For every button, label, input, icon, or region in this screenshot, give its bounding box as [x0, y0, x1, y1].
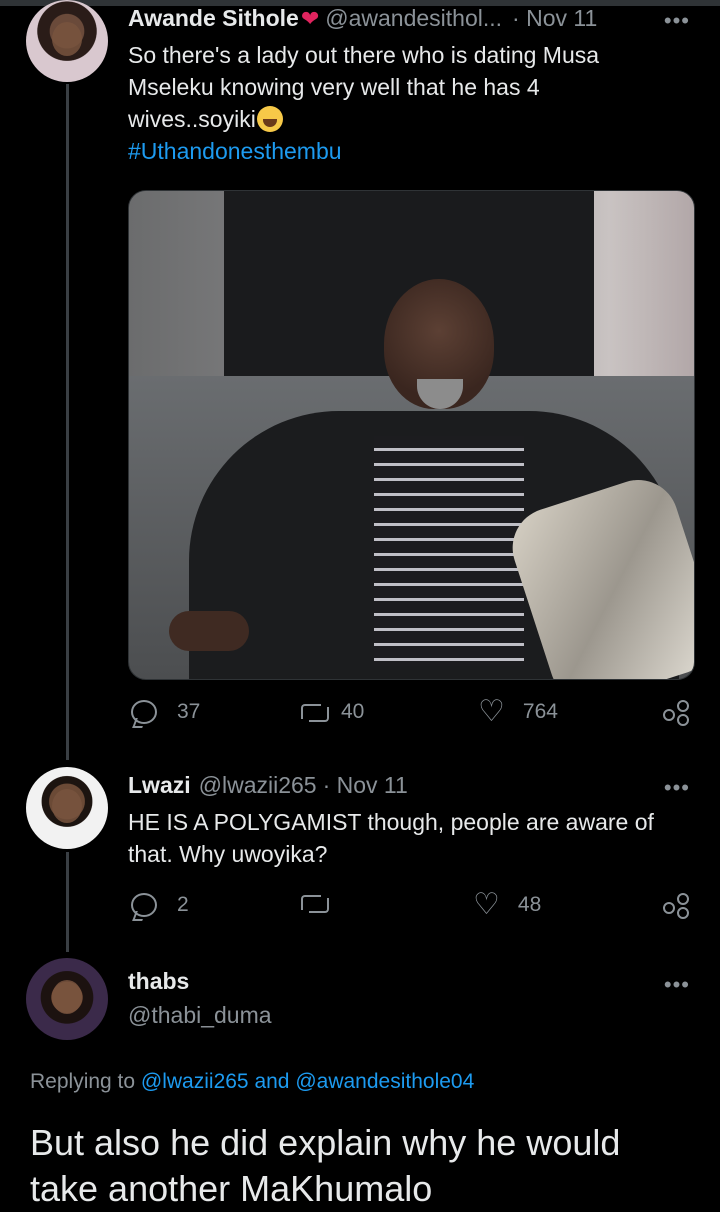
retweet-button[interactable]	[301, 893, 341, 913]
more-options-icon[interactable]: •••	[664, 8, 690, 34]
image-striped-shirt	[374, 436, 524, 666]
display-name[interactable]: Awande Sithole	[128, 5, 299, 32]
reply-icon	[131, 893, 157, 917]
retweet-icon	[301, 893, 329, 913]
tweet2-header: Lwazi @lwazii265 · Nov 11	[128, 772, 408, 799]
tweet-text-line: So there's a lady out there who is datin…	[128, 42, 600, 68]
like-count: 764	[522, 700, 558, 723]
tweet-text-segment: wives..soyiki	[128, 106, 256, 132]
replying-and: and	[254, 1070, 290, 1093]
heart-icon: ♡	[478, 695, 505, 728]
tweet1-text: So there's a lady out there who is datin…	[128, 39, 599, 167]
heart-icon: ♡	[473, 888, 500, 921]
reply-button[interactable]: 2	[131, 893, 189, 917]
crying-face-emoji-icon	[256, 106, 283, 132]
share-icon	[663, 893, 689, 919]
user-handle[interactable]: @lwazii265	[199, 772, 317, 799]
reply-count: 37	[177, 700, 201, 723]
share-icon	[663, 700, 689, 726]
display-name[interactable]: Lwazi	[128, 772, 191, 799]
avatar-lwazi[interactable]	[26, 767, 108, 849]
avatar-awande[interactable]	[26, 0, 108, 82]
tweet3-text: But also he did explain why he would tak…	[30, 1122, 621, 1209]
tweet3-handle: @thabi_duma	[128, 1002, 272, 1029]
heart-emoji-icon: ❤	[300, 5, 320, 31]
mention-link[interactable]: @awandesithole04	[295, 1070, 474, 1093]
tweet-date[interactable]: · Nov 11	[512, 5, 597, 32]
tweet1-action-bar: 37 40 ♡ 764	[128, 695, 693, 734]
share-button[interactable]	[663, 893, 689, 919]
thread-connector-line	[66, 84, 69, 760]
tweet2-action-bar: 2 ♡ 48	[128, 888, 693, 927]
like-count: 48	[517, 893, 542, 916]
user-handle[interactable]: @thabi_duma	[128, 1002, 272, 1029]
tweet-text-line: wives..soyiki	[128, 103, 599, 135]
replying-prefix: Replying to	[30, 1070, 136, 1093]
tweet-text-line: Mseleku knowing very well that he has 4	[128, 74, 540, 100]
reply-count: 2	[177, 893, 189, 916]
tweet-media-image[interactable]	[128, 190, 695, 680]
display-name[interactable]: thabs	[128, 968, 189, 995]
tweet-text-line: HE IS A POLYGAMIST though, people are aw…	[128, 809, 654, 835]
retweet-button[interactable]: 40	[301, 700, 364, 724]
more-options-icon[interactable]: •••	[664, 972, 690, 998]
hashtag-link[interactable]: #Uthandonesthembu	[128, 135, 599, 167]
like-button[interactable]: ♡ 48	[473, 888, 542, 921]
replying-to-label: Replying to @lwazii265 and @awandesithol…	[30, 1070, 474, 1094]
retweet-icon	[301, 702, 329, 722]
image-hand	[169, 611, 249, 651]
retweet-count: 40	[341, 700, 365, 723]
tweet1-header: Awande Sithole ❤ @awandesithol... · Nov …	[128, 5, 597, 32]
tweet-date[interactable]: · Nov 11	[323, 772, 408, 799]
share-button[interactable]	[663, 700, 689, 726]
tweet3-name: thabs	[128, 968, 189, 995]
reply-button[interactable]: 37	[131, 700, 200, 724]
avatar-thabs[interactable]	[26, 958, 108, 1040]
tweet2-text: HE IS A POLYGAMIST though, people are aw…	[128, 806, 654, 870]
more-options-icon[interactable]: •••	[664, 775, 690, 801]
reply-icon	[131, 700, 157, 724]
user-handle[interactable]: @awandesithol...	[325, 5, 502, 32]
like-button[interactable]: ♡ 764	[478, 695, 558, 728]
mention-link[interactable]: @lwazii265	[141, 1070, 249, 1093]
thread-connector-line-2	[66, 852, 69, 952]
tweet-text-line: that. Why uwoyika?	[128, 841, 328, 867]
